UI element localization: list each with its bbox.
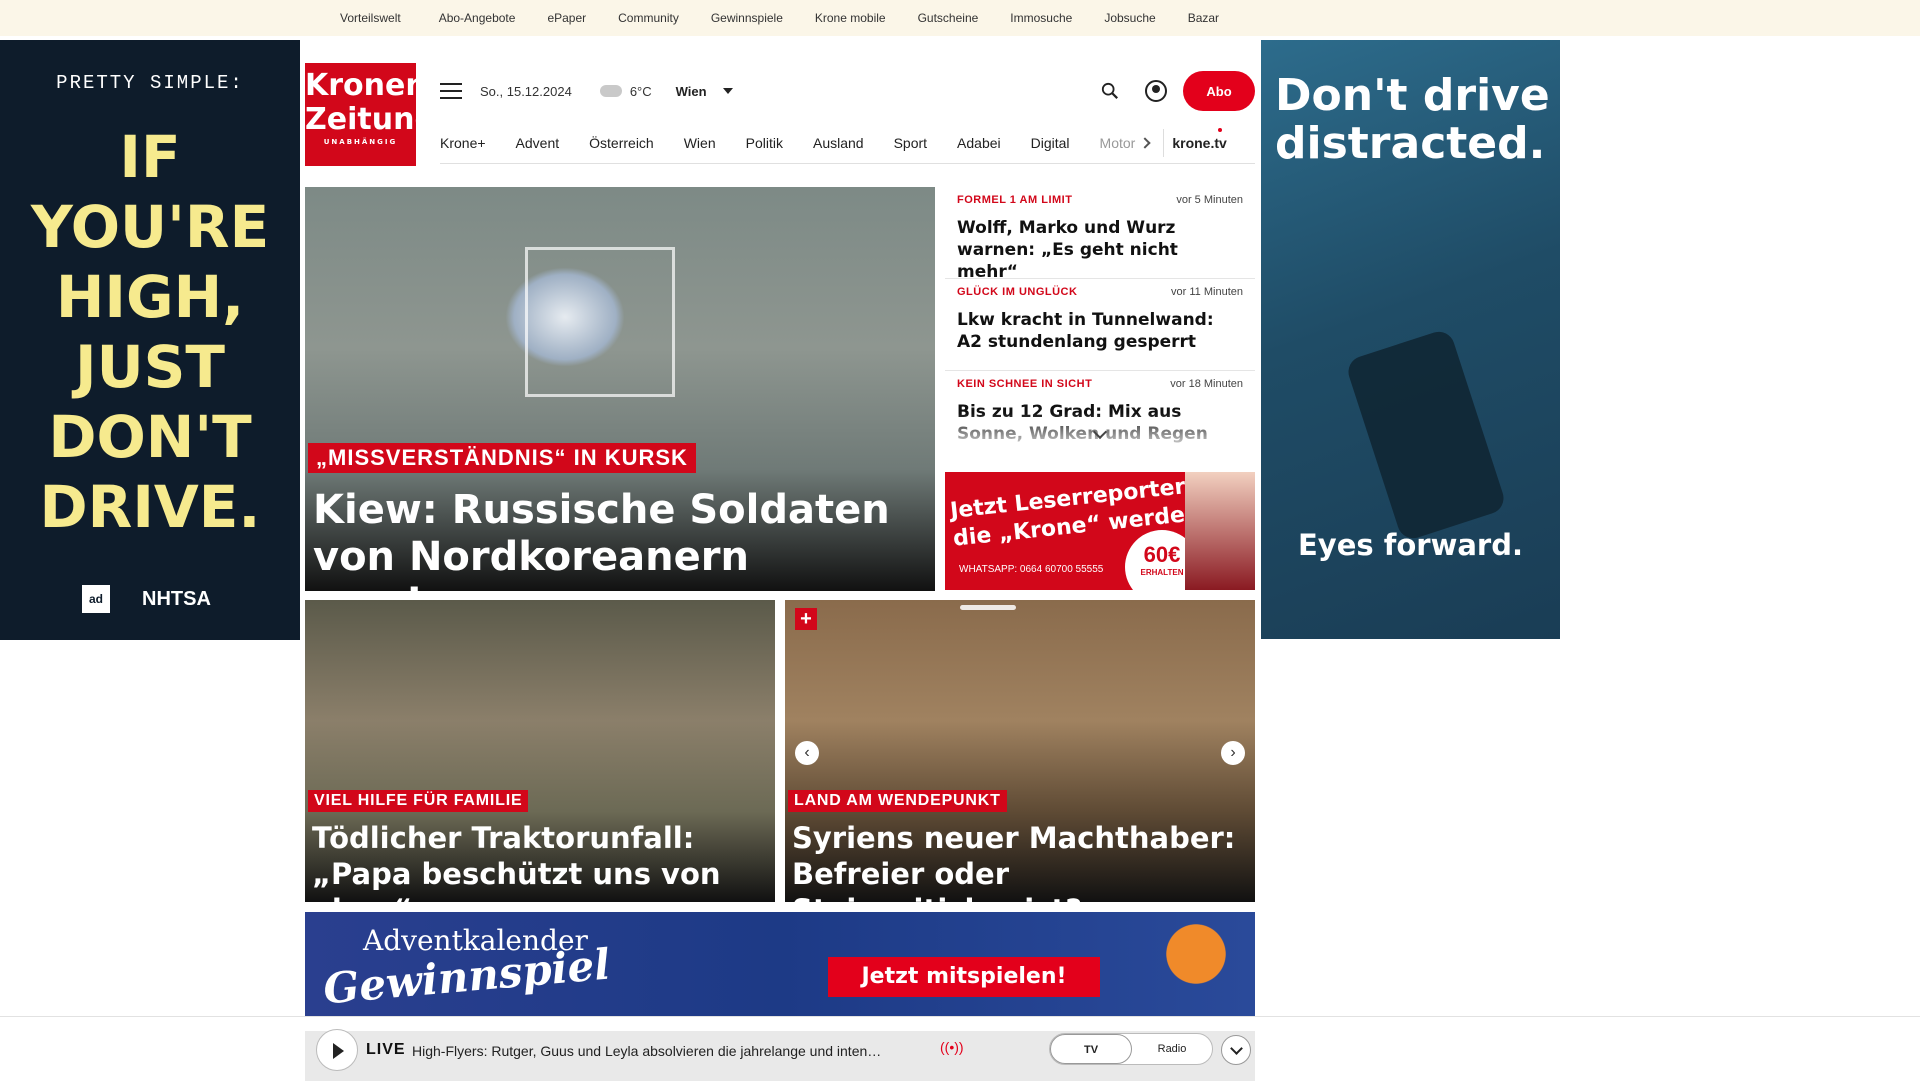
article-card[interactable]: VIEL HILFE FÜR FAMILIE Tödlicher Traktor…	[305, 600, 775, 902]
cloud-icon	[599, 85, 622, 97]
ad-banner-right[interactable]: Don't drive distracted. Eyes forward.	[1261, 40, 1560, 639]
user-icon[interactable]	[1145, 80, 1167, 102]
kronen-zeitung-logo[interactable]: Kronen Zeitung UNABHÄNGIG	[305, 63, 436, 166]
topnav-epaper[interactable]: ePaper	[547, 11, 586, 25]
ad-left-line: DON'T	[48, 403, 252, 471]
ad-left-line: YOU'RE	[30, 193, 270, 261]
news-ticker: FORMEL 1 AM LIMIT vor 5 Minuten Wolff, Ma…	[945, 187, 1255, 453]
top-navigation: Vorteilswelt Abo-Angebote ePaper Communi…	[0, 0, 1920, 36]
chevron-down-icon[interactable]	[722, 88, 733, 94]
nav-item[interactable]: Österreich	[589, 135, 654, 151]
logo-line-2: Zeitung	[305, 102, 436, 137]
carousel-prev-icon[interactable]: ‹	[795, 741, 819, 765]
tv-toggle[interactable]: TV	[1050, 1034, 1132, 1064]
chevron-right-icon[interactable]	[1139, 136, 1152, 149]
ticker-category: GLÜCK IM UNGLÜCK	[957, 286, 1078, 298]
nav-item[interactable]: Politik	[746, 135, 783, 151]
nav-krone-tv[interactable]: krone.tv	[1172, 135, 1226, 151]
ad-left-pre: PRETTY SIMPLE:	[56, 72, 244, 94]
live-player-bar: LIVE High-Flyers: Rutger, Guus und Leyla…	[0, 1016, 1920, 1081]
menu-icon[interactable]	[440, 83, 462, 99]
ticker-title[interactable]: Wolff, Marko und Wurz warnen: „Es geht n…	[957, 217, 1243, 283]
temperature: 6°C	[629, 83, 652, 99]
topnav-krone-mobile[interactable]: Krone mobile	[815, 11, 886, 25]
ad-council-logo: ad	[82, 585, 110, 613]
live-dot-icon	[1218, 128, 1222, 132]
card-headline[interactable]: Tödlicher Traktorunfall: „Papa beschützt…	[312, 820, 772, 902]
topnav-gutscheine[interactable]: Gutscheine	[918, 11, 979, 25]
ad-left-line: JUST	[74, 333, 225, 401]
media-toggle: TV Radio	[1049, 1033, 1213, 1065]
current-date: So., 15.12.2024	[480, 83, 572, 99]
nav-item[interactable]: Wien	[684, 135, 716, 151]
ad-right-tagline: Eyes forward.	[1297, 528, 1524, 562]
ad-left-line: IF	[119, 123, 181, 191]
article-card[interactable]: + ‹ › LAND AM WENDEPUNKT Syriens neuer M…	[785, 600, 1255, 902]
ad-left-headline: IF YOU'RE HIGH, JUST DON'T DRIVE.	[0, 122, 300, 542]
ticker-category: FORMEL 1 AM LIMIT	[957, 194, 1073, 206]
ticker-category: KEIN SCHNEE IN SICHT	[957, 378, 1093, 390]
nav-item[interactable]: Advent	[516, 135, 560, 151]
nav-item[interactable]: Motor	[1100, 135, 1136, 151]
ticker-title[interactable]: Lkw kracht in Tunnelwand: A2 stundenlang…	[957, 309, 1243, 353]
target-bracket-icon	[525, 247, 675, 397]
carousel-next-icon[interactable]: ›	[1221, 741, 1245, 765]
card-headline[interactable]: Syriens neuer Machthaber: Befreier oder …	[792, 820, 1252, 902]
ticker-item[interactable]: FORMEL 1 AM LIMIT vor 5 Minuten Wolff, Ma…	[945, 187, 1255, 282]
topnav-abo-angebote[interactable]: Abo-Angebote	[439, 11, 516, 25]
ad-left-logos: ad NHTSA	[82, 585, 211, 613]
card-kicker: LAND AM WENDEPUNKT	[788, 790, 1007, 812]
reporter-whatsapp: WHATSAPP: 0664 60700 55555	[959, 564, 1104, 575]
nav-item[interactable]: Adabei	[957, 135, 1001, 151]
ad-left-line: DRIVE.	[39, 473, 261, 541]
topnav-community[interactable]: Community	[618, 11, 679, 25]
topnav-gewinnspiele[interactable]: Gewinnspiele	[711, 11, 783, 25]
advent-cta-button[interactable]: Jetzt mitspielen!	[828, 957, 1100, 997]
krone-plus-icon: +	[795, 608, 817, 630]
live-now-playing[interactable]: High-Flyers: Rutger, Guus und Leyla abso…	[412, 1043, 932, 1059]
nav-item[interactable]: Digital	[1031, 135, 1070, 151]
nav-item[interactable]: Sport	[894, 135, 927, 151]
leserreporter-banner[interactable]: Jetzt Leserreporter für die „Krone“ werd…	[945, 472, 1255, 590]
nav-item[interactable]: Ausland	[813, 135, 864, 151]
radio-toggle[interactable]: Radio	[1132, 1034, 1212, 1064]
nhtsa-logo: NHTSA	[142, 587, 211, 610]
hero-headline[interactable]: Kiew: Russische Soldaten von Nordkoreane…	[313, 487, 928, 591]
fox-mascot-image	[1141, 912, 1251, 1017]
section-navigation: Krone+ Advent Österreich Wien Politik Au…	[440, 122, 1255, 164]
abo-button[interactable]: Abo	[1183, 71, 1255, 111]
adventkalender-banner[interactable]: Adventkalender Gewinnspiel Jetzt mitspie…	[305, 912, 1255, 1017]
header-bar: So., 15.12.2024 6°C Wien Abo	[440, 71, 1255, 111]
header-actions: Abo	[1101, 71, 1255, 111]
ad-banner-left[interactable]: PRETTY SIMPLE: IF YOU'RE HIGH, JUST DON'…	[0, 40, 300, 640]
topnav-immosuche[interactable]: Immosuche	[1010, 11, 1072, 25]
live-label: LIVE	[366, 1041, 406, 1058]
search-icon[interactable]	[1101, 82, 1119, 100]
ad-left-line: HIGH,	[55, 263, 245, 331]
ad-right-headline: Don't drive distracted.	[1275, 70, 1550, 169]
ticker-time: vor 11 Minuten	[1171, 286, 1243, 298]
logo-line-3: UNABHÄNGIG	[323, 138, 398, 146]
ticker-item[interactable]: GLÜCK IM UNGLÜCK vor 11 Minuten Lkw krach…	[945, 279, 1255, 371]
play-icon[interactable]	[316, 1029, 358, 1071]
topnav-vorteilswelt[interactable]: Vorteilswelt	[340, 11, 401, 25]
hero-article[interactable]: „MISSVERSTÄNDNIS“ IN KURSK Kiew: Russisc…	[305, 187, 935, 591]
broadcast-icon: ((•))	[940, 1039, 964, 1055]
nav-divider	[1163, 128, 1165, 157]
card-kicker: VIEL HILFE FÜR FAMILIE	[308, 790, 529, 812]
phone-image	[1344, 327, 1508, 543]
chevron-down-icon[interactable]	[1221, 1035, 1251, 1065]
nav-item[interactable]: Krone+	[440, 135, 486, 151]
logo-line-1: Kronen	[305, 68, 427, 103]
hero-kicker: „MISSVERSTÄNDNIS“ IN KURSK	[308, 443, 696, 473]
topnav-jobsuche[interactable]: Jobsuche	[1104, 11, 1155, 25]
topnav-bazar[interactable]: Bazar	[1188, 11, 1219, 25]
ticker-time: vor 18 Minuten	[1170, 378, 1243, 390]
city-select[interactable]: Wien	[676, 84, 707, 99]
carousel-indicator	[960, 605, 1016, 610]
reporter-image	[1185, 472, 1255, 590]
ticker-time: vor 5 Minuten	[1176, 194, 1243, 206]
